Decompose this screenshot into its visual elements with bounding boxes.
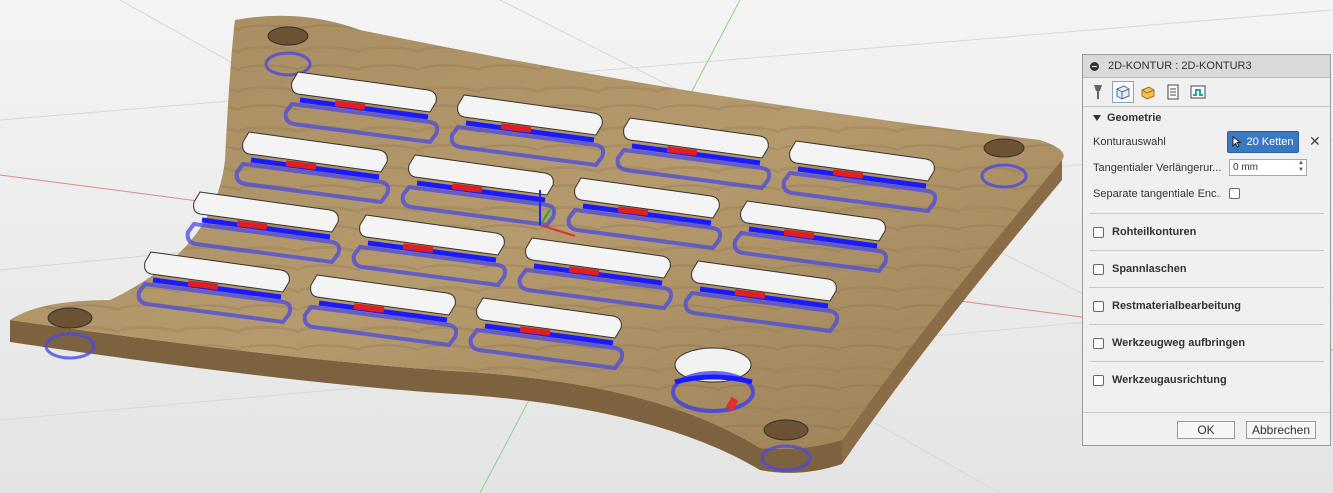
- geometry-icon: [1116, 85, 1130, 100]
- tool-icon: [1094, 85, 1102, 99]
- separate-tangent-label: Separate tangentiale Enc...: [1093, 188, 1221, 200]
- group-label: Restmaterialbearbeitung: [1112, 300, 1241, 312]
- tab-passes[interactable]: [1162, 81, 1184, 103]
- contour-selection-row: Konturauswahl 20 Ketten ✕: [1083, 129, 1330, 155]
- tangent-extension-value: 0 mm: [1233, 162, 1258, 173]
- expand-triangle-icon: [1093, 115, 1101, 121]
- panel-title: 2D-KONTUR : 2D-KONTUR3: [1108, 60, 1252, 72]
- passes-icon: [1167, 84, 1179, 100]
- cancel-button[interactable]: Abbrechen: [1246, 421, 1316, 439]
- tab-heights[interactable]: [1137, 81, 1159, 103]
- geometry-header-label: Geometrie: [1107, 112, 1162, 124]
- werkzeugausrichtung-checkbox[interactable]: [1093, 374, 1104, 386]
- contour-selection-button[interactable]: 20 Ketten: [1227, 131, 1299, 153]
- group-label: Werkzeugweg aufbringen: [1112, 337, 1246, 349]
- group-werkzeugausrichtung[interactable]: Werkzeugausrichtung: [1089, 361, 1324, 398]
- tab-tool[interactable]: [1087, 81, 1109, 103]
- tangent-extension-row: Tangentialer Verlängerur... 0 mm ▲ ▼: [1083, 155, 1330, 181]
- group-spannlaschen[interactable]: Spannlaschen: [1089, 250, 1324, 287]
- separate-tangent-row: Separate tangentiale Enc...: [1083, 181, 1330, 207]
- group-werkzeugweg-aufbringen[interactable]: Werkzeugweg aufbringen: [1089, 324, 1324, 361]
- group-restmaterialbearbeitung[interactable]: Restmaterialbearbeitung: [1089, 287, 1324, 324]
- clear-selection-icon[interactable]: ✕: [1309, 134, 1321, 148]
- linking-icon: [1190, 85, 1206, 99]
- tab-linking[interactable]: [1187, 81, 1209, 103]
- group-label: Werkzeugausrichtung: [1112, 374, 1227, 386]
- contour-selection-label: Konturauswahl: [1093, 136, 1166, 148]
- group-label: Spannlaschen: [1112, 263, 1187, 275]
- panel-tabs: [1083, 78, 1330, 107]
- tangent-extension-input[interactable]: 0 mm ▲ ▼: [1229, 159, 1307, 176]
- heights-icon: [1141, 86, 1155, 100]
- panel-title-bar: 2D-KONTUR : 2D-KONTUR3: [1083, 55, 1330, 78]
- panel-footer: OK Abbrechen: [1083, 412, 1330, 445]
- spinner-arrows-icon[interactable]: ▲ ▼: [1298, 160, 1304, 174]
- group-rohteilkonturen[interactable]: Rohteilkonturen: [1089, 213, 1324, 250]
- separate-tangent-checkbox[interactable]: [1229, 188, 1240, 199]
- cursor-arrow-icon: [1232, 136, 1243, 148]
- collapse-icon[interactable]: [1090, 61, 1099, 71]
- group-label: Rohteilkonturen: [1112, 226, 1197, 238]
- spannlaschen-checkbox[interactable]: [1093, 263, 1104, 275]
- tangent-extension-label: Tangentialer Verlängerur...: [1093, 162, 1221, 174]
- werkzeugweg-aufbringen-checkbox[interactable]: [1093, 337, 1104, 349]
- restmaterialbearbeitung-checkbox[interactable]: [1093, 300, 1104, 312]
- ok-button[interactable]: OK: [1177, 421, 1235, 439]
- tab-geometry[interactable]: [1112, 81, 1134, 103]
- operation-panel: 2D-KONTUR : 2D-KONTUR3 Geometrie Kontura…: [1082, 54, 1331, 446]
- contour-selection-count: 20 Ketten: [1246, 136, 1294, 148]
- geometry-section-header[interactable]: Geometrie: [1083, 107, 1330, 129]
- rohteilkonturen-checkbox[interactable]: [1093, 226, 1104, 238]
